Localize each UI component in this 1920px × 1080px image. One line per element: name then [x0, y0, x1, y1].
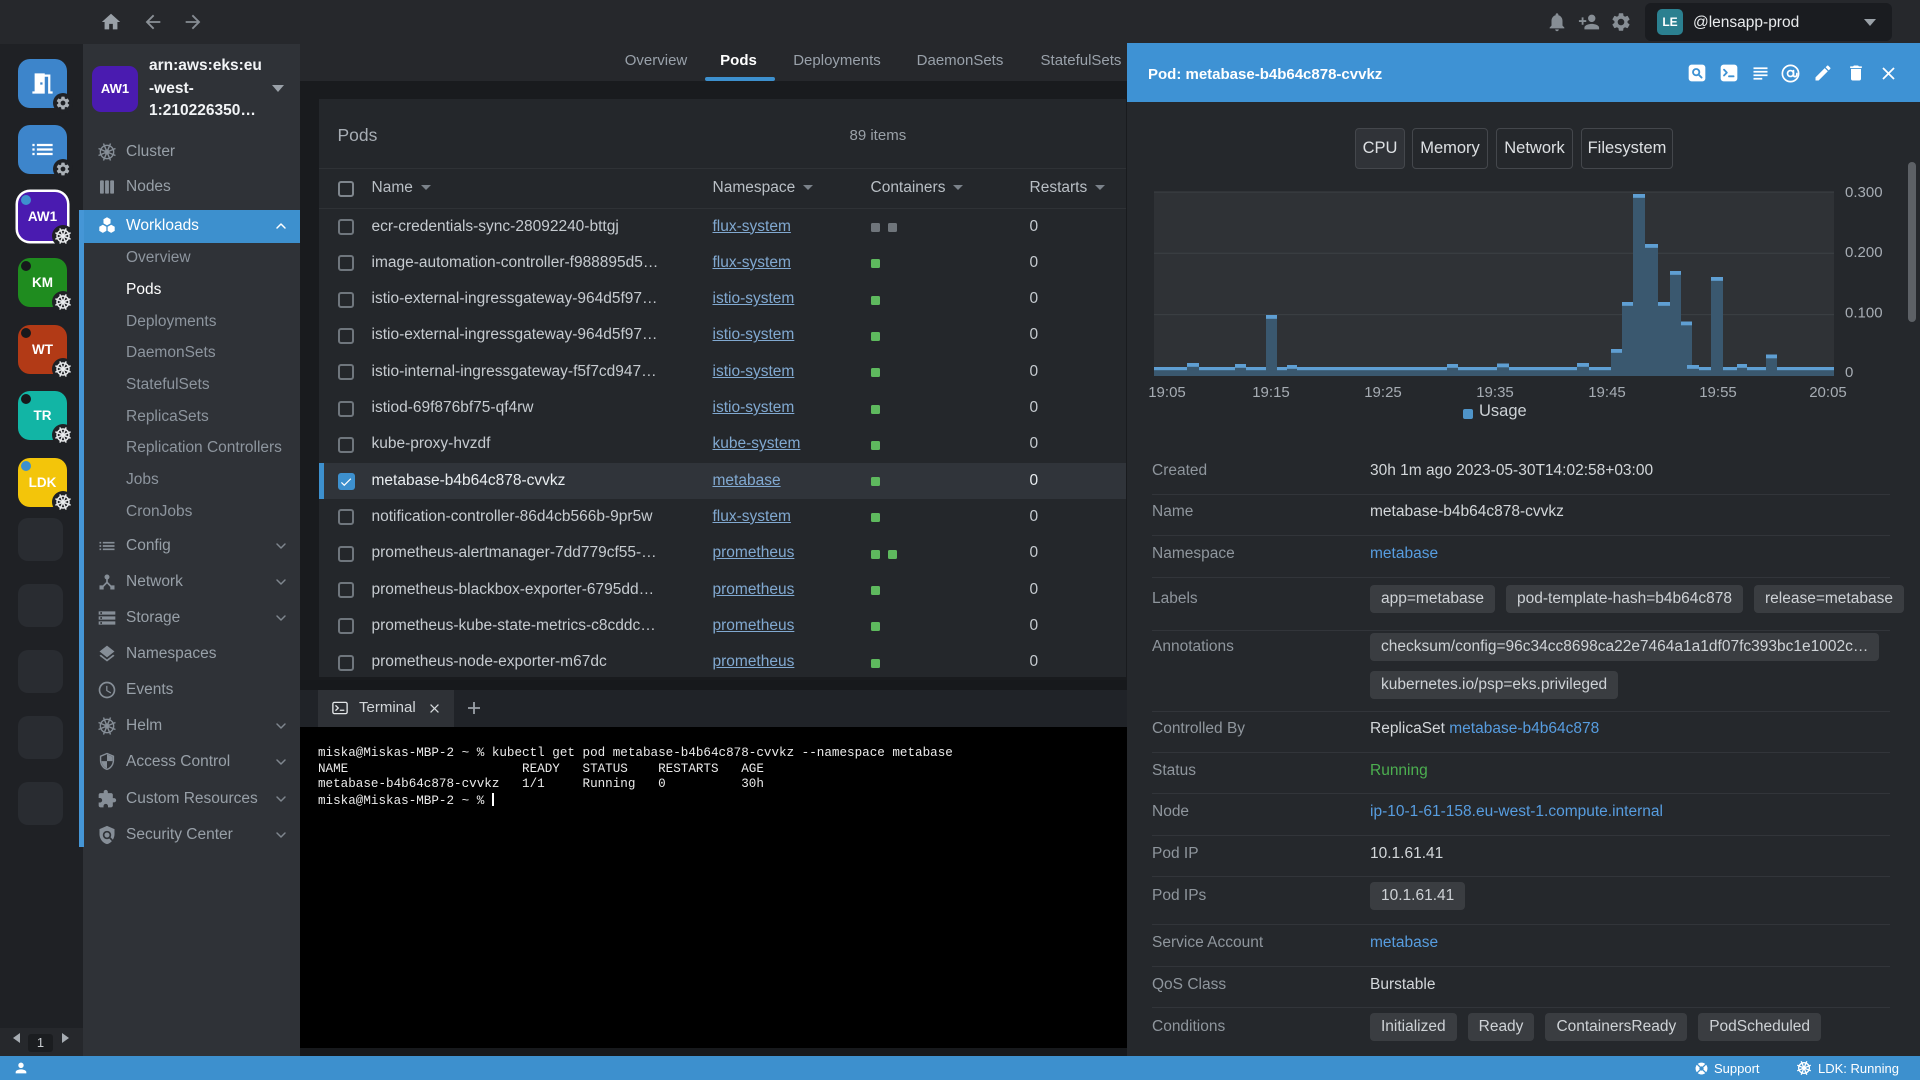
svg-text:0.200: 0.200 — [1845, 244, 1883, 261]
svg-text:19:05: 19:05 — [1148, 384, 1186, 401]
svg-text:19:15: 19:15 — [1252, 384, 1290, 401]
svg-text:0: 0 — [1845, 364, 1853, 381]
svg-text:20:05: 20:05 — [1809, 384, 1847, 401]
svg-text:19:55: 19:55 — [1699, 384, 1737, 401]
svg-text:19:25: 19:25 — [1364, 384, 1402, 401]
svg-text:19:35: 19:35 — [1476, 384, 1514, 401]
svg-text:19:45: 19:45 — [1588, 384, 1626, 401]
svg-text:0.300: 0.300 — [1845, 184, 1883, 201]
svg-text:0.100: 0.100 — [1845, 305, 1883, 322]
